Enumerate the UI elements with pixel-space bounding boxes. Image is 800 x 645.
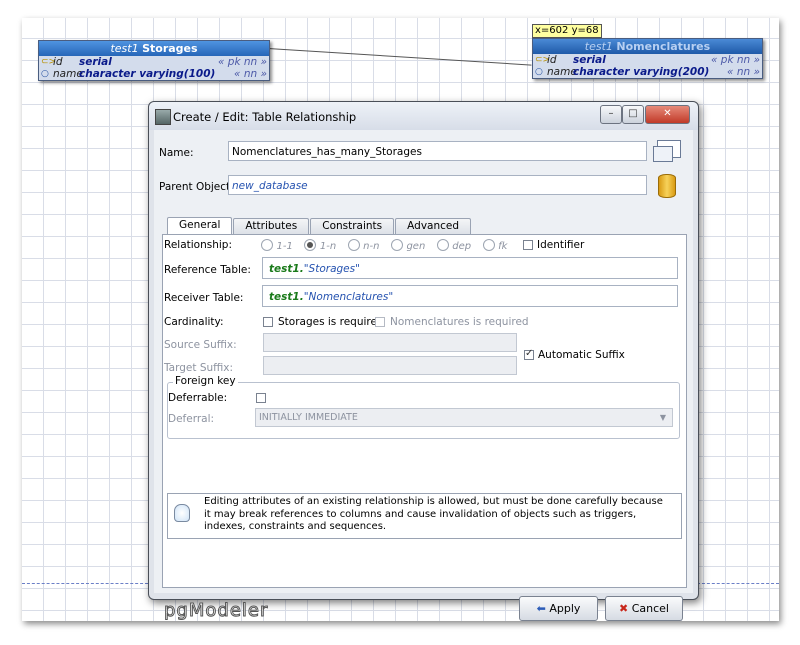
cursor-coordinates: x=602 y=68 bbox=[532, 24, 602, 38]
rel-dep-radio[interactable] bbox=[436, 239, 449, 251]
rel-gen-radio[interactable] bbox=[390, 239, 403, 251]
column-dot-icon: ○ bbox=[41, 69, 49, 79]
table-name: Storages bbox=[142, 42, 198, 55]
chevron-down-icon: ▼ bbox=[659, 413, 666, 422]
column-row[interactable]: ⊂> id serial « pk nn » bbox=[535, 54, 760, 66]
source-required-checkbox[interactable] bbox=[263, 317, 273, 327]
rel-n-n-radio[interactable] bbox=[347, 239, 360, 251]
column-row[interactable]: ○ name character varying(200) « nn » bbox=[535, 66, 760, 78]
column-row[interactable]: ○ name character varying(100) « nn » bbox=[41, 68, 267, 80]
rel-fk-radio[interactable] bbox=[482, 239, 495, 251]
column-dot-icon: ○ bbox=[535, 67, 543, 77]
minimize-button[interactable]: – bbox=[600, 105, 622, 124]
pk-key-icon: ⊂> bbox=[41, 57, 57, 67]
dialog-title: Create / Edit: Table Relationship bbox=[173, 110, 357, 124]
parent-object-label: Parent Object: bbox=[159, 181, 234, 193]
database-icon bbox=[658, 174, 676, 198]
automatic-suffix-label: Automatic Suffix bbox=[538, 349, 625, 361]
receiver-table-field: test1."Nomenclatures" bbox=[262, 285, 678, 307]
target-required-label: Nomenclatures is required bbox=[390, 316, 529, 328]
deferral-select[interactable]: INITIALLY IMMEDIATE ▼ bbox=[255, 408, 673, 427]
tab-constraints[interactable]: Constraints bbox=[310, 218, 395, 234]
cancel-icon: ✖ bbox=[619, 602, 629, 615]
page-delimiter-left bbox=[22, 583, 148, 584]
tab-general[interactable]: General bbox=[167, 217, 233, 235]
deferrable-checkbox[interactable] bbox=[256, 393, 266, 403]
column-row[interactable]: ⊂> id serial « pk nn » bbox=[41, 56, 267, 68]
source-suffix-label: Source Suffix: bbox=[164, 339, 237, 351]
general-panel: Relationship: 1-1 1-n n-n gen dep fk Ide… bbox=[162, 234, 687, 588]
info-box: Editing attributes of an existing relati… bbox=[167, 493, 682, 539]
target-required-checkbox[interactable] bbox=[375, 317, 385, 327]
foreign-key-group-label: Foreign key bbox=[173, 375, 238, 387]
apply-icon: ⬅ bbox=[536, 602, 546, 615]
pgmodeler-logo: pgModeler bbox=[163, 600, 269, 622]
dialog-app-icon bbox=[155, 109, 171, 125]
reference-table-label: Reference Table: bbox=[164, 264, 251, 276]
table-header[interactable]: test1 Storages bbox=[39, 41, 269, 56]
close-button[interactable]: ✕ bbox=[645, 105, 690, 124]
table-schema: test1 bbox=[584, 40, 613, 53]
target-suffix-label: Target Suffix: bbox=[164, 362, 234, 374]
page-delimiter-right bbox=[697, 583, 779, 584]
parent-object-field[interactable]: new_database bbox=[228, 175, 647, 195]
target-suffix-input[interactable] bbox=[263, 356, 517, 375]
table-schema: test1 bbox=[110, 42, 139, 55]
table-storages[interactable]: test1 Storages ⊂> id serial « pk nn » ○ … bbox=[38, 40, 270, 81]
table-header[interactable]: test1 Nomenclatures bbox=[533, 39, 762, 54]
dialog-tabs: General Attributes Constraints Advanced bbox=[167, 217, 472, 235]
tab-attributes[interactable]: Attributes bbox=[233, 218, 310, 234]
rel-1-1-radio[interactable] bbox=[261, 239, 273, 251]
lightbulb-icon bbox=[174, 504, 190, 522]
reference-table-field: test1."Storages" bbox=[262, 257, 678, 279]
source-suffix-input[interactable] bbox=[263, 333, 517, 352]
identifier-label: Identifier bbox=[537, 239, 585, 251]
fk-key-icon: ⊂> bbox=[535, 55, 551, 65]
name-label: Name: bbox=[159, 147, 194, 159]
table-name: Nomenclatures bbox=[616, 40, 711, 53]
receiver-table-label: Receiver Table: bbox=[164, 292, 244, 304]
relationship-dialog: Create / Edit: Table Relationship – □ ✕ … bbox=[148, 101, 699, 622]
sql-code-icon[interactable] bbox=[653, 140, 681, 164]
table-nomenclatures[interactable]: test1 Nomenclatures ⊂> id serial « pk nn… bbox=[532, 38, 763, 79]
rel-1-n-radio[interactable] bbox=[304, 239, 317, 251]
identifier-checkbox[interactable] bbox=[523, 240, 533, 250]
deferral-label: Deferral: bbox=[168, 413, 215, 425]
name-field[interactable]: Nomenclatures_has_many_Storages bbox=[228, 141, 647, 161]
tab-advanced[interactable]: Advanced bbox=[395, 218, 472, 234]
dialog-titlebar[interactable]: Create / Edit: Table Relationship – □ ✕ bbox=[149, 102, 698, 130]
apply-button[interactable]: ⬅ Apply bbox=[519, 596, 598, 621]
relationship-label: Relationship: bbox=[164, 239, 232, 251]
maximize-button[interactable]: □ bbox=[622, 105, 644, 124]
deferrable-label: Deferrable: bbox=[168, 392, 228, 404]
cardinality-label: Cardinality: bbox=[164, 316, 224, 328]
automatic-suffix-checkbox[interactable] bbox=[524, 348, 534, 360]
cancel-button[interactable]: ✖ Cancel bbox=[605, 596, 683, 621]
source-required-label: Storages is required bbox=[278, 316, 384, 328]
relationship-type-options: 1-1 1-n n-n gen dep fk bbox=[261, 239, 515, 252]
dialog-client: Name: Nomenclatures_has_many_Storages Pa… bbox=[154, 130, 693, 622]
info-text: Editing attributes of an existing relati… bbox=[204, 496, 663, 532]
